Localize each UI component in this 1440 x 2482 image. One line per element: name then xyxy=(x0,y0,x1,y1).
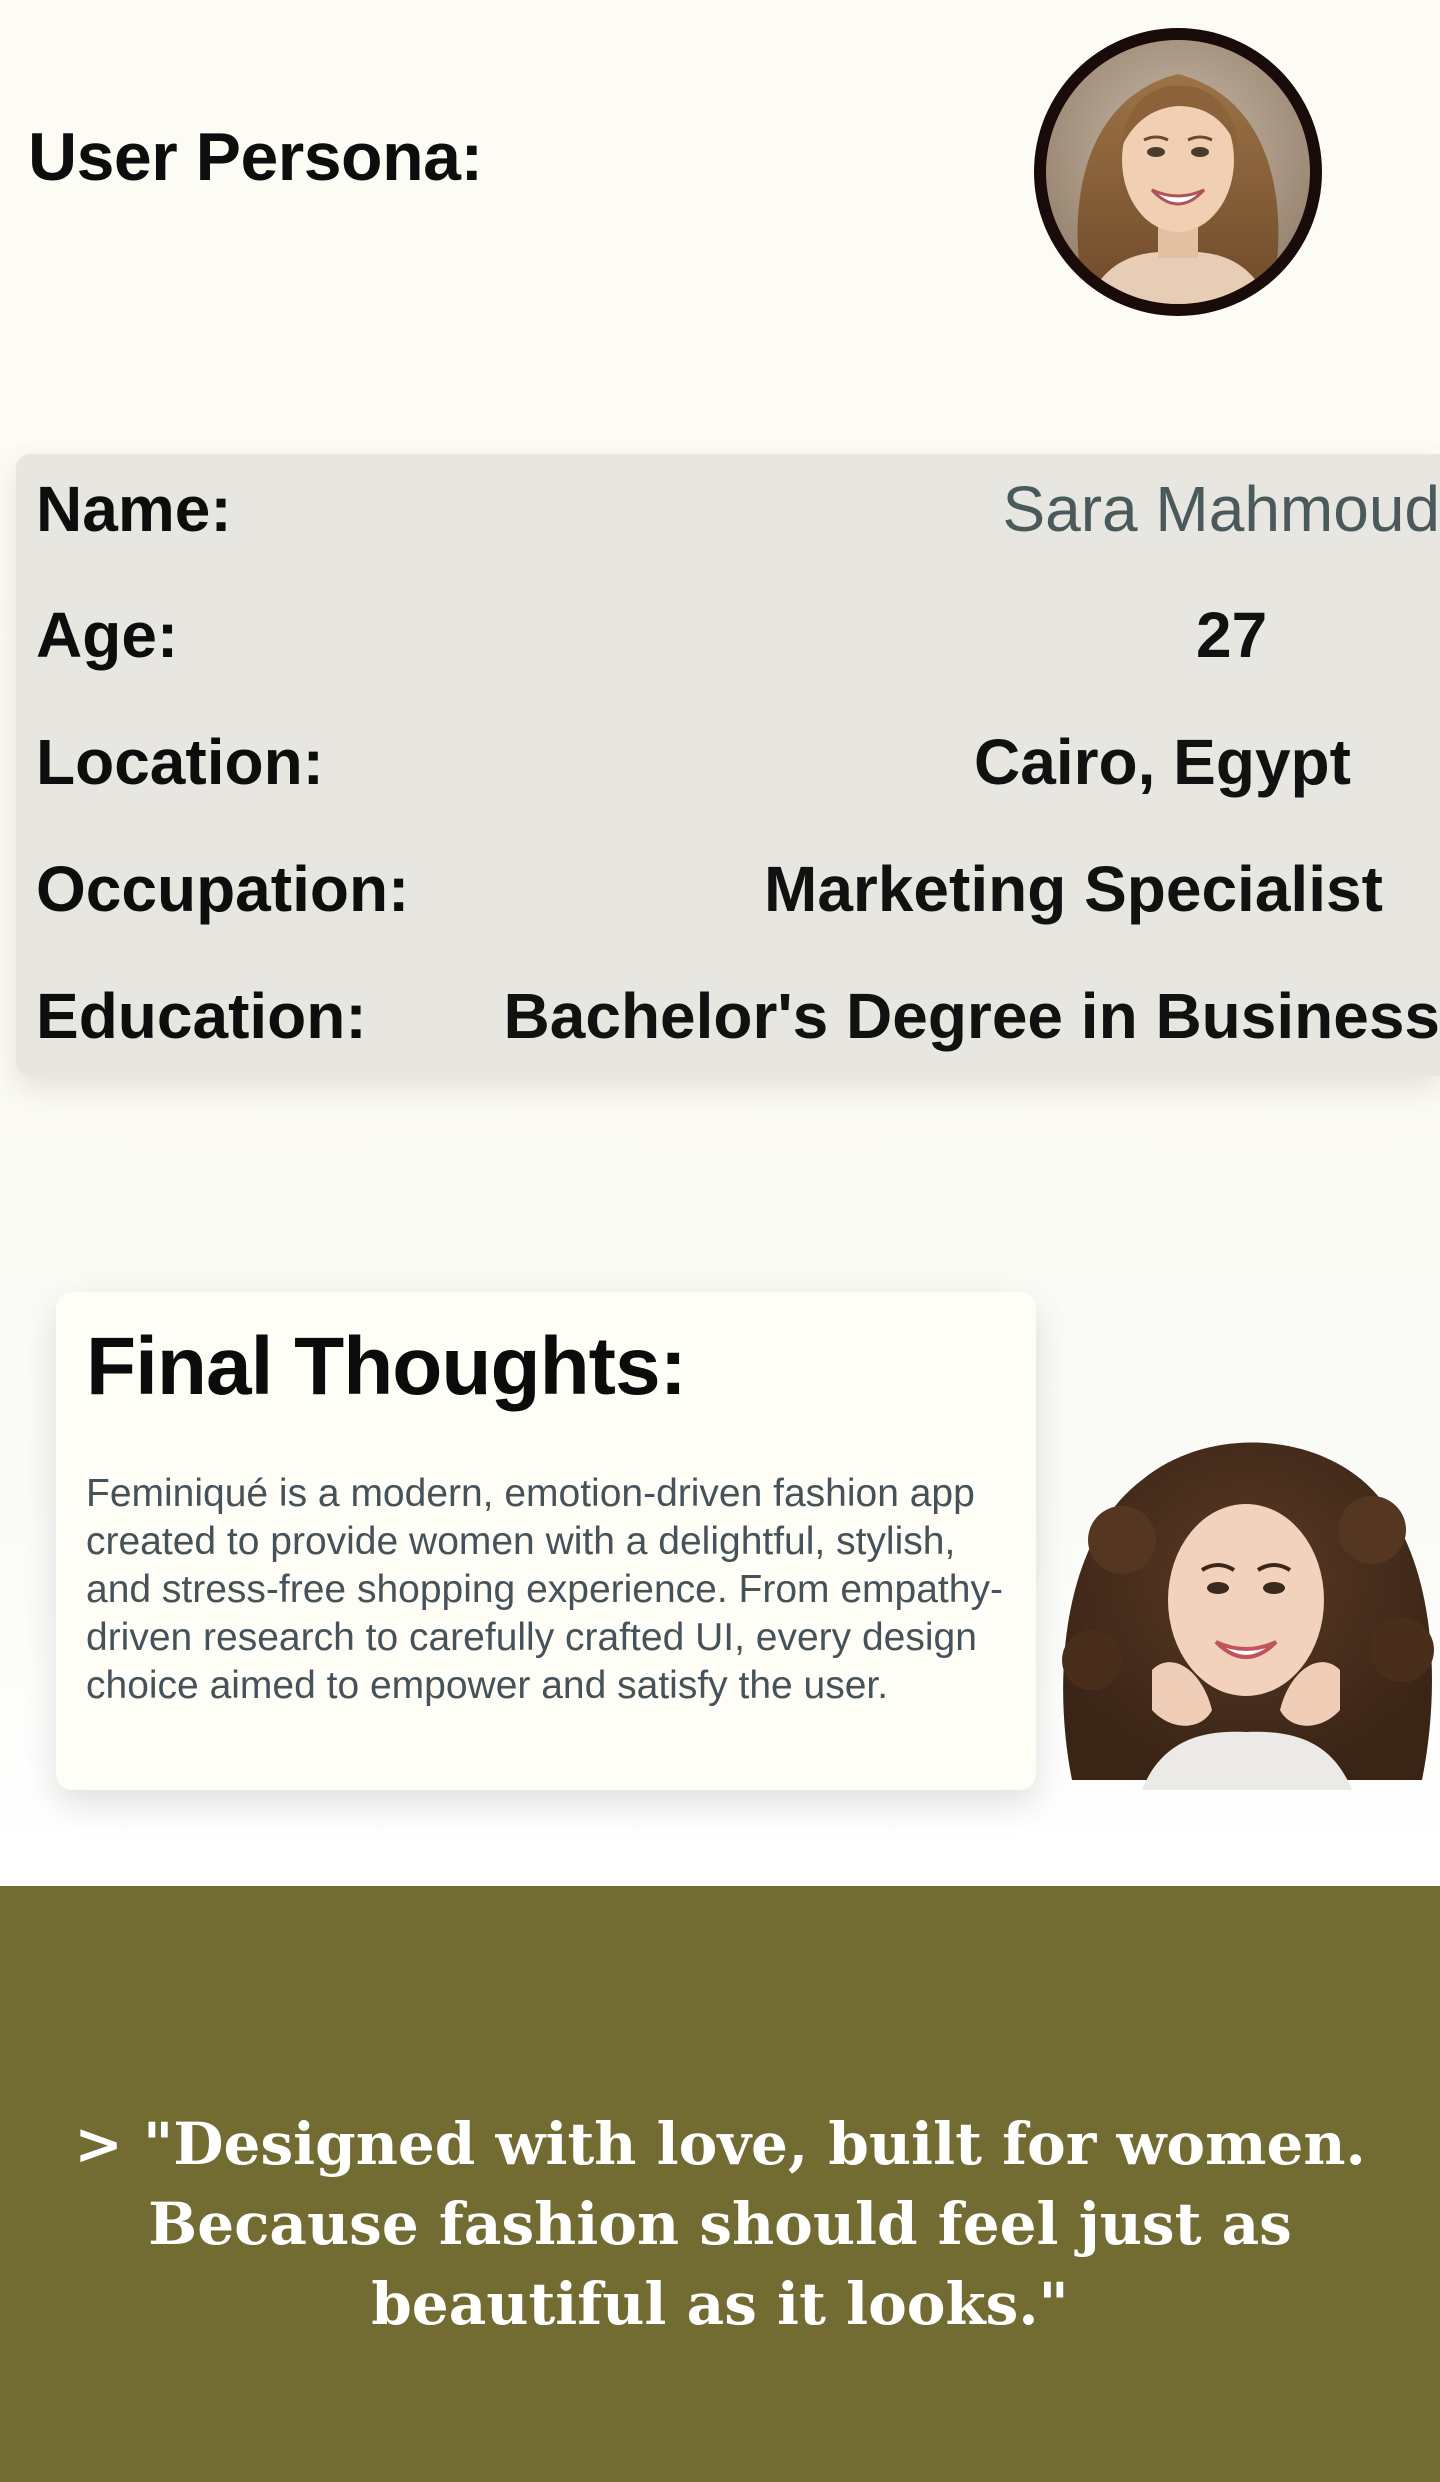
profile-row-name: Name: Sara Mahmoud xyxy=(16,454,1440,554)
education-value: Bachelor's Degree in Business xyxy=(503,980,1440,1052)
smiling-woman-photo xyxy=(1052,1420,1440,1790)
quote-banner: > "Designed with love, built for women. … xyxy=(0,1886,1440,2482)
closing-quote: > "Designed with love, built for women. … xyxy=(74,2110,1366,2338)
avatar-photo xyxy=(1046,40,1310,304)
profile-card: Name: Sara Mahmoud Age: 27 Location: Cai… xyxy=(16,454,1440,1076)
profile-row-education: Education: Bachelor's Degree in Business xyxy=(16,961,1440,1061)
profile-row-occupation: Occupation: Marketing Specialist xyxy=(16,834,1440,934)
profile-row-location: Location: Cairo, Egypt xyxy=(16,707,1440,807)
education-label: Education: xyxy=(36,980,367,1052)
persona-avatar xyxy=(1034,28,1322,316)
location-label: Location: xyxy=(36,726,324,798)
age-label: Age: xyxy=(36,599,179,671)
persona-heading: User Persona: xyxy=(28,119,483,195)
name-label: Name: xyxy=(36,473,232,545)
final-thoughts-title: Final Thoughts: xyxy=(86,1321,687,1412)
final-thoughts-body: Feminiqué is a modern, emotion-driven fa… xyxy=(86,1472,1003,1707)
occupation-value: Marketing Specialist xyxy=(764,853,1383,925)
age-value: 27 xyxy=(1196,599,1268,671)
profile-row-age: Age: 27 xyxy=(16,580,1440,680)
name-value: Sara Mahmoud xyxy=(1002,473,1440,545)
final-thoughts-card: Final Thoughts: Feminiqué is a modern, e… xyxy=(56,1292,1036,1790)
occupation-label: Occupation: xyxy=(36,853,410,925)
avatar-illustration xyxy=(1046,40,1310,304)
location-value: Cairo, Egypt xyxy=(974,726,1351,798)
